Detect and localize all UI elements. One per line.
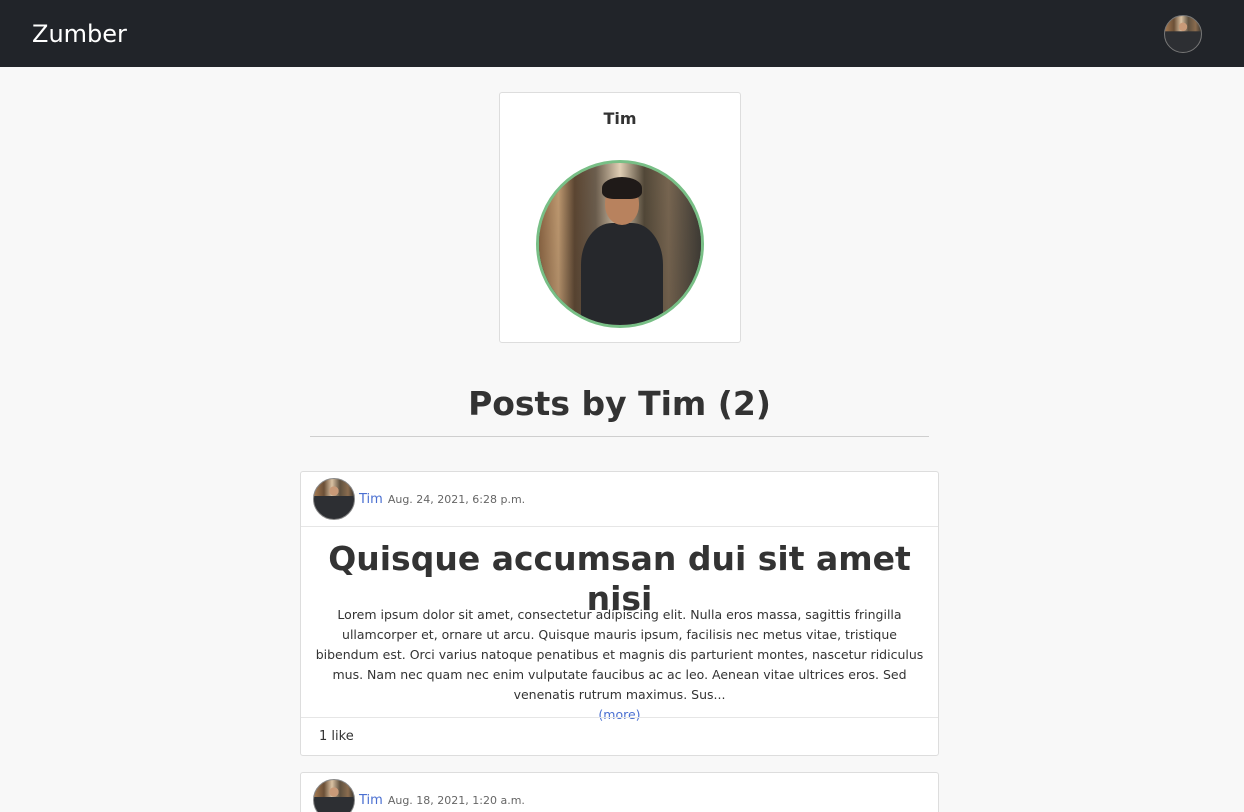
post-footer: 1 like [301, 717, 938, 755]
post-header: Tim Aug. 24, 2021, 6:28 p.m. [301, 472, 938, 527]
profile-photo-image [539, 163, 701, 325]
user-avatar-icon[interactable] [1164, 14, 1202, 53]
like-count[interactable]: 1 like [319, 729, 354, 744]
photo-body-shape [581, 223, 663, 325]
post-title: Quisque accumsan dui sit amet nisi [328, 539, 911, 618]
photo-hair-shape [602, 177, 642, 199]
post-header: Tim Aug. 18, 2021, 1:20 a.m. [301, 773, 938, 812]
brand-logo[interactable]: Zumber [32, 20, 127, 48]
post-date: Aug. 18, 2021, 1:20 a.m. [387, 793, 525, 807]
post-author-link[interactable]: Tim [359, 793, 383, 808]
author-avatar-icon[interactable] [313, 779, 355, 812]
top-navbar: Zumber [0, 0, 1244, 67]
post-card: Tim Aug. 24, 2021, 6:28 p.m. Quisque acc… [300, 471, 939, 756]
post-author-link[interactable]: Tim [359, 492, 383, 507]
section-divider [310, 436, 929, 437]
profile-photo [536, 160, 704, 328]
post-card: Tim Aug. 18, 2021, 1:20 a.m. [300, 772, 939, 812]
profile-card: Tim [499, 92, 741, 343]
author-avatar-icon[interactable] [313, 478, 355, 520]
posts-section-title: Posts by Tim (2) [468, 384, 771, 423]
post-date: Aug. 24, 2021, 6:28 p.m. [387, 492, 526, 506]
profile-name: Tim [603, 109, 637, 128]
post-body: Lorem ipsum dolor sit amet, consectetur … [315, 607, 924, 702]
